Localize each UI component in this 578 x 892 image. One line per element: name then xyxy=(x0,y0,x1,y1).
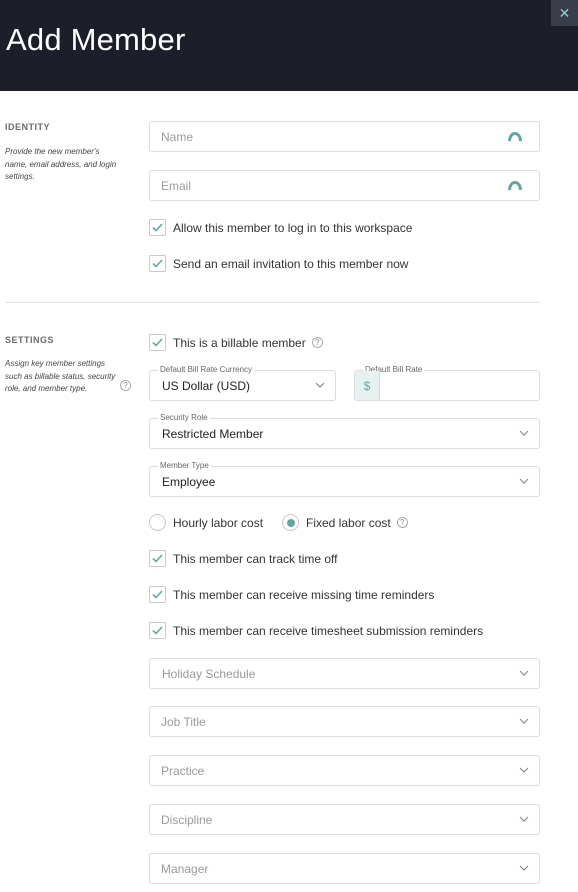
manager-placeholder: Manager xyxy=(161,862,209,876)
identity-section-description: Provide the new member's name, email add… xyxy=(5,147,117,181)
modal-header: Add Member ✕ xyxy=(0,0,578,91)
checkbox-box[interactable] xyxy=(149,255,166,272)
fixed-labor-label: Fixed labor cost xyxy=(306,515,391,530)
allow-login-checkbox[interactable]: Allow this member to log in to this work… xyxy=(149,219,412,236)
fixed-labor-radio[interactable]: Fixed labor cost ? xyxy=(282,514,408,531)
billable-checkbox[interactable]: This is a billable member ? xyxy=(149,334,323,351)
section-divider xyxy=(5,302,540,303)
job-title-select[interactable]: Job Title xyxy=(149,706,540,737)
check-icon xyxy=(152,554,163,563)
hourly-labor-radio[interactable]: Hourly labor cost xyxy=(149,514,263,531)
member-type-label: Member Type xyxy=(158,461,211,470)
chevron-down-icon xyxy=(519,430,529,436)
question-circle-icon[interactable]: ? xyxy=(311,337,323,348)
identity-section-title: IDENTITY xyxy=(5,122,51,132)
check-icon xyxy=(152,259,163,268)
billable-label: This is a billable member xyxy=(173,335,306,350)
email-placeholder: Email xyxy=(161,179,192,193)
check-icon xyxy=(152,626,163,635)
check-icon xyxy=(152,338,163,347)
manager-select[interactable]: Manager xyxy=(149,853,540,884)
close-icon: ✕ xyxy=(558,4,571,21)
radio-circle[interactable] xyxy=(149,514,166,531)
bill-rate-field[interactable]: Default Bill Rate $ xyxy=(354,365,540,401)
checkbox-box[interactable] xyxy=(149,586,166,603)
checkbox-box[interactable] xyxy=(149,550,166,567)
chevron-down-icon xyxy=(519,816,529,822)
practice-select[interactable]: Practice xyxy=(149,755,540,786)
missing-time-label: This member can receive missing time rem… xyxy=(173,587,435,602)
member-type-value: Employee xyxy=(162,475,216,489)
timesheet-reminders-checkbox[interactable]: This member can receive timesheet submis… xyxy=(149,622,483,639)
name-placeholder: Name xyxy=(161,130,194,144)
allow-login-label: Allow this member to log in to this work… xyxy=(173,220,413,235)
checkbox-box[interactable] xyxy=(149,622,166,639)
chevron-down-icon xyxy=(315,382,325,388)
security-role-value: Restricted Member xyxy=(162,427,264,441)
close-button[interactable]: ✕ xyxy=(551,0,578,26)
currency-value: US Dollar (USD) xyxy=(162,379,251,393)
timesheet-reminder-label: This member can receive timesheet submis… xyxy=(173,623,484,638)
chevron-down-icon xyxy=(519,670,529,676)
page-title: Add Member xyxy=(6,22,186,57)
hourly-labor-label: Hourly labor cost xyxy=(173,515,264,530)
question-circle-icon[interactable]: ? xyxy=(120,380,131,391)
holiday-schedule-placeholder: Holiday Schedule xyxy=(162,667,256,681)
member-type-select[interactable]: Member Type Employee xyxy=(149,461,540,497)
send-invite-checkbox[interactable]: Send an email invitation to this member … xyxy=(149,255,408,272)
chevron-down-icon xyxy=(519,767,529,773)
track-time-off-label: This member can track time off xyxy=(173,551,338,566)
check-icon xyxy=(152,223,163,232)
discipline-select[interactable]: Discipline xyxy=(149,804,540,835)
radio-selected-dot xyxy=(286,518,295,527)
question-circle-icon[interactable]: ? xyxy=(396,517,408,528)
currency-label: Default Bill Rate Currency xyxy=(158,365,255,374)
holiday-schedule-select[interactable]: Holiday Schedule xyxy=(149,658,540,689)
practice-placeholder: Practice xyxy=(161,764,205,778)
settings-section-description: Assign key member settings such as billa… xyxy=(5,359,116,393)
dollar-prefix: $ xyxy=(355,371,380,400)
security-role-label: Security Role xyxy=(158,413,210,422)
discipline-placeholder: Discipline xyxy=(161,813,213,827)
chevron-down-icon xyxy=(519,865,529,871)
checkbox-box[interactable] xyxy=(149,219,166,236)
settings-section-title: SETTINGS xyxy=(5,335,55,345)
job-title-placeholder: Job Title xyxy=(161,715,206,729)
radio-circle[interactable] xyxy=(282,514,299,531)
missing-time-reminders-checkbox[interactable]: This member can receive missing time rem… xyxy=(149,586,434,603)
track-time-off-checkbox[interactable]: This member can track time off xyxy=(149,550,338,567)
teal-arc-icon xyxy=(508,132,522,141)
teal-arc-icon xyxy=(508,181,522,190)
currency-select[interactable]: Default Bill Rate Currency US Dollar (US… xyxy=(149,365,336,401)
checkbox-box[interactable] xyxy=(149,334,166,351)
send-invite-label: Send an email invitation to this member … xyxy=(173,256,409,271)
chevron-down-icon xyxy=(519,478,529,484)
name-field[interactable]: Name xyxy=(149,121,540,152)
security-role-select[interactable]: Security Role Restricted Member xyxy=(149,413,540,449)
email-field[interactable]: Email xyxy=(149,170,540,201)
chevron-down-icon xyxy=(519,718,529,724)
check-icon xyxy=(152,590,163,599)
